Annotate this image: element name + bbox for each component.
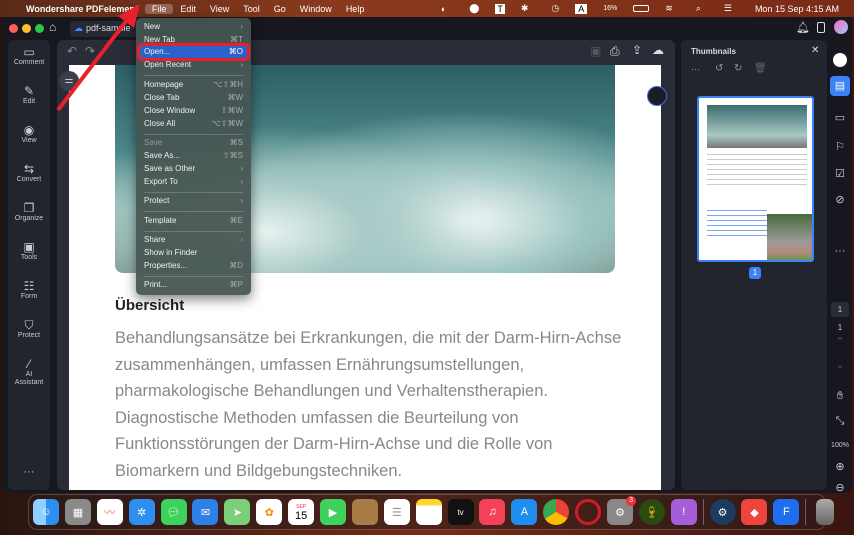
dock-wine[interactable]: 🍷︎ bbox=[638, 499, 665, 525]
dock-facetime[interactable]: ▶ bbox=[320, 499, 347, 525]
dock-divider bbox=[702, 499, 704, 525]
dock-reminders[interactable]: ☰ bbox=[383, 499, 410, 525]
dock-calendar[interactable]: SEP 15 bbox=[288, 499, 315, 525]
dock-notes[interactable] bbox=[415, 499, 442, 525]
dock-music[interactable]: ♫ bbox=[479, 499, 506, 525]
notification-badge: 3 bbox=[626, 496, 637, 506]
dock-maps[interactable]: ➤ bbox=[224, 499, 251, 525]
dock: ☺ ▦ 〰 ✲ 💬︎ ✉ ➤ ✿ SEP 15 ▶ ☰ tv ♫ A ⚙ 3 🍷︎ … bbox=[28, 494, 835, 530]
dock-chrome[interactable] bbox=[543, 499, 570, 525]
dock-tv[interactable]: tv bbox=[447, 499, 474, 525]
dock-launchpad[interactable]: ▦ bbox=[64, 499, 91, 525]
dock-steam[interactable]: ⚙ bbox=[709, 499, 736, 525]
dock-messages[interactable]: 💬︎ bbox=[160, 499, 187, 525]
dock-finder[interactable]: ☺ bbox=[33, 499, 59, 525]
dock-app-store[interactable]: A bbox=[511, 499, 538, 525]
dock-mail[interactable]: ✉ bbox=[192, 499, 219, 525]
dock-anydesk[interactable]: ◆ bbox=[741, 499, 768, 525]
dock-divider bbox=[805, 499, 807, 525]
dock-freeform[interactable]: 〰 bbox=[96, 499, 123, 525]
dock-notes-app[interactable] bbox=[351, 499, 378, 525]
dock-safari[interactable]: ✲ bbox=[128, 499, 155, 525]
annotation-arrow bbox=[56, 4, 140, 112]
dock-trash[interactable] bbox=[816, 499, 835, 525]
dock-feedback[interactable]: ! bbox=[670, 499, 697, 525]
dock-opera[interactable] bbox=[575, 499, 602, 525]
dock-pdfelement[interactable]: F bbox=[773, 499, 800, 525]
dock-photos[interactable]: ✿ bbox=[256, 499, 283, 525]
calendar-day: 15 bbox=[295, 510, 308, 522]
dock-system-settings[interactable]: ⚙ 3 bbox=[607, 496, 637, 525]
